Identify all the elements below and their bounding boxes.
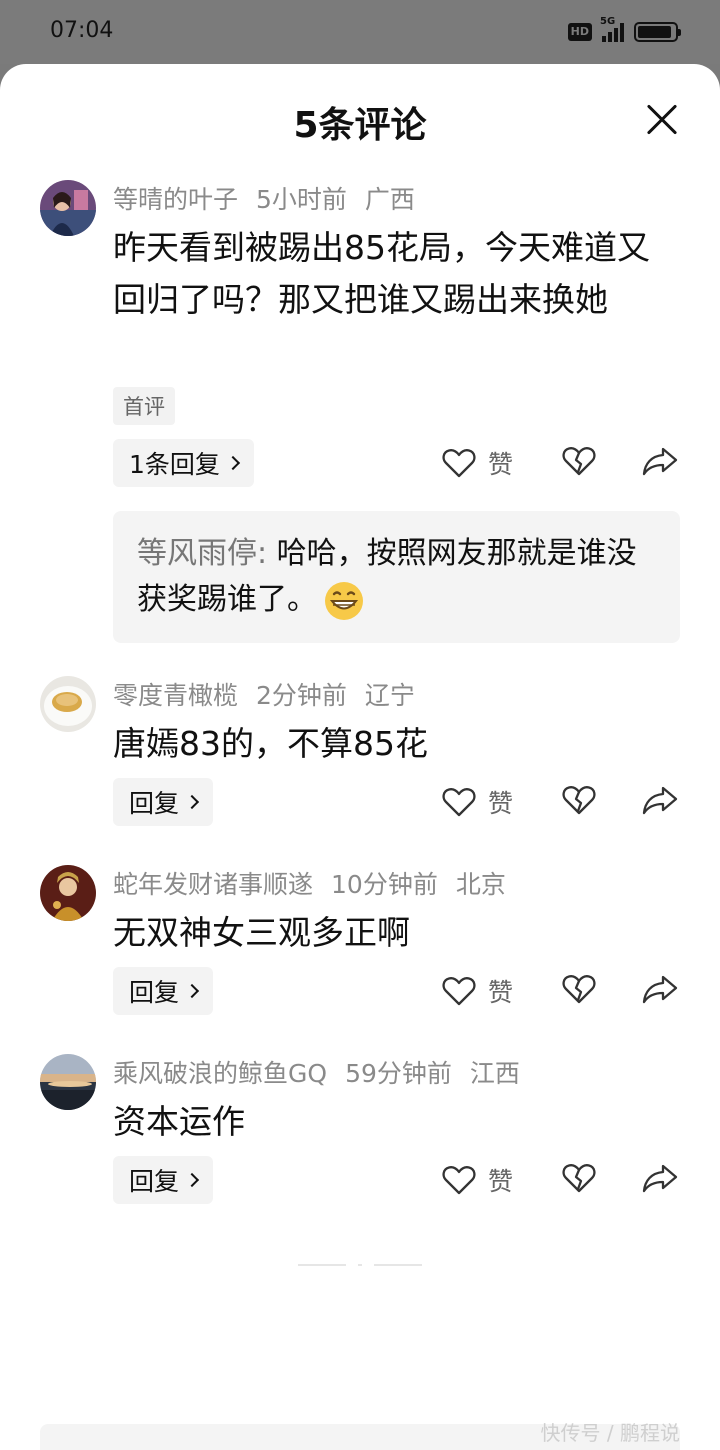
- avatar[interactable]: [40, 676, 96, 732]
- dislike-button[interactable]: [562, 1162, 596, 1198]
- share-button[interactable]: [642, 784, 678, 820]
- avatar[interactable]: [40, 180, 96, 236]
- comment-location: 北京: [455, 870, 506, 899]
- hd-icon: HD: [567, 23, 592, 41]
- close-icon[interactable]: [646, 104, 678, 136]
- dislike-button[interactable]: [562, 445, 596, 481]
- like-button[interactable]: 赞: [442, 1162, 513, 1198]
- heart-icon: [442, 788, 476, 817]
- dislike-button[interactable]: [562, 973, 596, 1009]
- comment-item: 乘风破浪的鲸鱼GQ 59分钟前 江西 资本运作 回复 赞: [0, 1054, 720, 1204]
- comment-author[interactable]: 蛇年发财诸事顺遂: [113, 870, 313, 899]
- watermark: 快传号 / 鹏程说: [540, 1421, 680, 1445]
- broken-heart-icon: [562, 975, 596, 1004]
- comment-meta: 零度青橄榄 2分钟前 辽宁: [113, 676, 433, 712]
- share-icon: [642, 447, 678, 476]
- share-button[interactable]: [642, 973, 678, 1009]
- loading-indicator: [298, 1264, 422, 1268]
- comment-location: 广西: [364, 185, 415, 214]
- share-icon: [642, 786, 678, 815]
- comment-item: 蛇年发财诸事顺遂 10分钟前 北京 无双神女三观多正啊 回复 赞: [0, 865, 720, 1015]
- comment-actions: 赞: [0, 967, 720, 1015]
- avatar[interactable]: [40, 1054, 96, 1110]
- comment-time: 10分钟前: [331, 870, 438, 899]
- share-button[interactable]: [642, 1162, 678, 1198]
- broken-heart-icon: [562, 786, 596, 815]
- heart-icon: [442, 1166, 476, 1195]
- heart-icon: [442, 449, 476, 478]
- battery-level: [638, 26, 672, 38]
- dislike-button[interactable]: [562, 784, 596, 820]
- comment-meta: 乘风破浪的鲸鱼GQ 59分钟前 江西: [113, 1054, 538, 1090]
- status-icons: HD 5G: [567, 16, 681, 46]
- comment-actions: 赞: [0, 1156, 720, 1204]
- comment-content: 资本运作: [113, 1102, 245, 1141]
- status-bar: 07:04 HD 5G: [0, 0, 720, 64]
- heart-icon: [442, 977, 476, 1006]
- share-icon: [642, 1164, 678, 1193]
- comment-item: 零度青橄榄 2分钟前 辽宁 唐嫣83的，不算85花 回复 赞: [0, 676, 720, 826]
- share-button[interactable]: [642, 445, 678, 481]
- battery-icon: [634, 22, 681, 42]
- comment-content: 无双神女三观多正啊: [113, 913, 410, 952]
- like-button[interactable]: 赞: [442, 973, 513, 1009]
- sub-reply[interactable]: 等风雨停: 哈哈，按照网友那就是谁没获奖踢谁了。: [113, 511, 680, 643]
- comment-time: 5小时前: [256, 185, 347, 214]
- broken-heart-icon: [562, 447, 596, 476]
- like-label: 赞: [488, 1167, 514, 1196]
- share-icon: [642, 975, 678, 1004]
- grinning-face-emoji-icon: [325, 581, 363, 620]
- network-type-label: 5G: [600, 16, 616, 27]
- comment-author[interactable]: 零度青橄榄: [113, 681, 238, 710]
- sub-reply-author[interactable]: 等风雨停:: [137, 536, 267, 571]
- comment-actions: 赞: [0, 778, 720, 826]
- broken-heart-icon: [562, 1164, 596, 1193]
- comments-sheet: 5条评论 等晴的叶子 5小时前 广西 昨天看到被踢出85花局，今天难道又回归了吗？那…: [0, 64, 720, 1450]
- comment-content: 唐嫣83的，不算85花: [113, 724, 428, 763]
- first-comment-badge: 首评: [113, 387, 175, 425]
- comment-author[interactable]: 等晴的叶子: [113, 185, 238, 214]
- avatar[interactable]: [40, 865, 96, 921]
- sheet-title: 5条评论: [293, 105, 427, 146]
- comment-meta: 等晴的叶子 5小时前 广西: [113, 180, 433, 216]
- like-label: 赞: [488, 978, 514, 1007]
- comment-time: 2分钟前: [256, 681, 347, 710]
- comment-actions: 赞: [0, 439, 720, 487]
- status-time: 07:04: [50, 18, 114, 43]
- comment-location: 江西: [469, 1059, 520, 1088]
- like-button[interactable]: 赞: [442, 784, 513, 820]
- signal-icon: 5G: [600, 16, 624, 42]
- like-label: 赞: [488, 789, 514, 818]
- comment-location: 辽宁: [364, 681, 415, 710]
- like-button[interactable]: 赞: [442, 445, 513, 481]
- comment-time: 59分钟前: [345, 1059, 452, 1088]
- comment-author[interactable]: 乘风破浪的鲸鱼GQ: [113, 1059, 327, 1088]
- like-label: 赞: [488, 450, 514, 479]
- comment-content: 昨天看到被踢出85花局，今天难道又回归了吗？那又把谁又踢出来换她: [113, 228, 650, 319]
- comment-meta: 蛇年发财诸事顺遂 10分钟前 北京: [113, 865, 524, 901]
- comment-item: 等晴的叶子 5小时前 广西 昨天看到被踢出85花局，今天难道又回归了吗？那又把谁又踢…: [0, 180, 720, 643]
